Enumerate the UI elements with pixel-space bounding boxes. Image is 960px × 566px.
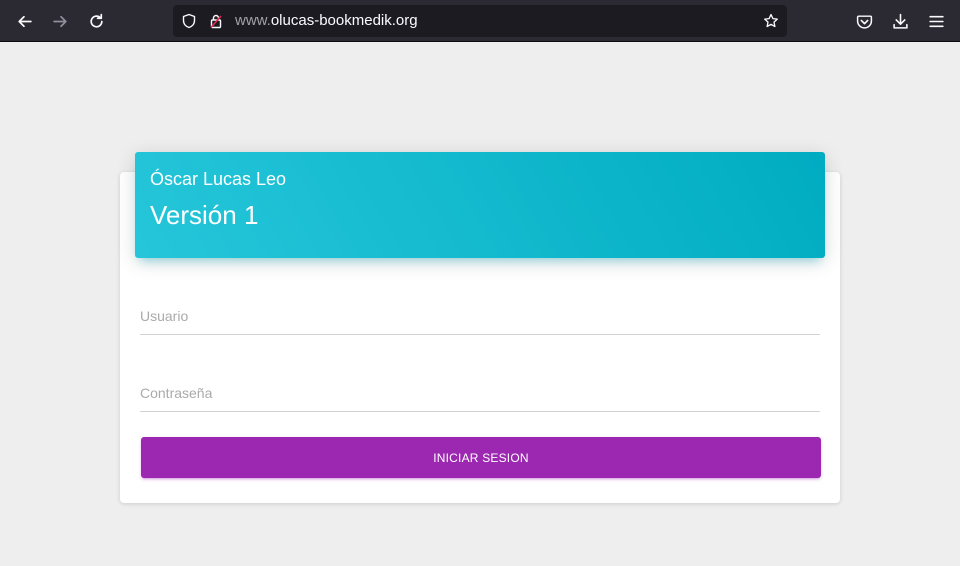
shield-icon[interactable] bbox=[181, 13, 197, 29]
version-title: Versión 1 bbox=[150, 200, 259, 230]
username-field[interactable]: Usuario bbox=[140, 295, 820, 335]
password-input[interactable] bbox=[140, 372, 820, 411]
login-button[interactable]: INICIAR SESION bbox=[141, 437, 821, 478]
forward-button[interactable] bbox=[45, 6, 75, 36]
address-bar[interactable]: www.olucas-bookmedik.org bbox=[173, 5, 787, 37]
reload-icon bbox=[89, 13, 103, 28]
username-input[interactable] bbox=[140, 295, 820, 334]
app-menu-button[interactable] bbox=[921, 6, 951, 36]
download-icon bbox=[892, 13, 908, 29]
url-prefix: www. bbox=[235, 12, 271, 29]
browser-toolbar: www.olucas-bookmedik.org bbox=[0, 0, 960, 42]
pocket-button[interactable] bbox=[849, 6, 879, 36]
lock-icon[interactable] bbox=[208, 13, 224, 29]
url-text[interactable]: www.olucas-bookmedik.org bbox=[235, 12, 418, 29]
password-field[interactable]: Contraseña bbox=[140, 372, 820, 412]
star-icon[interactable] bbox=[763, 13, 779, 29]
reload-button[interactable] bbox=[81, 6, 111, 36]
back-arrow-icon bbox=[17, 15, 32, 27]
pocket-icon bbox=[856, 14, 872, 29]
back-button[interactable] bbox=[9, 6, 39, 36]
downloads-button[interactable] bbox=[885, 6, 915, 36]
forward-arrow-icon bbox=[52, 15, 67, 27]
url-domain: olucas-bookmedik.org bbox=[270, 12, 418, 29]
menu-icon bbox=[928, 15, 944, 27]
author-name: Óscar Lucas Leo bbox=[150, 169, 287, 189]
login-card-header: Óscar Lucas Leo Versión 1 bbox=[135, 152, 825, 258]
